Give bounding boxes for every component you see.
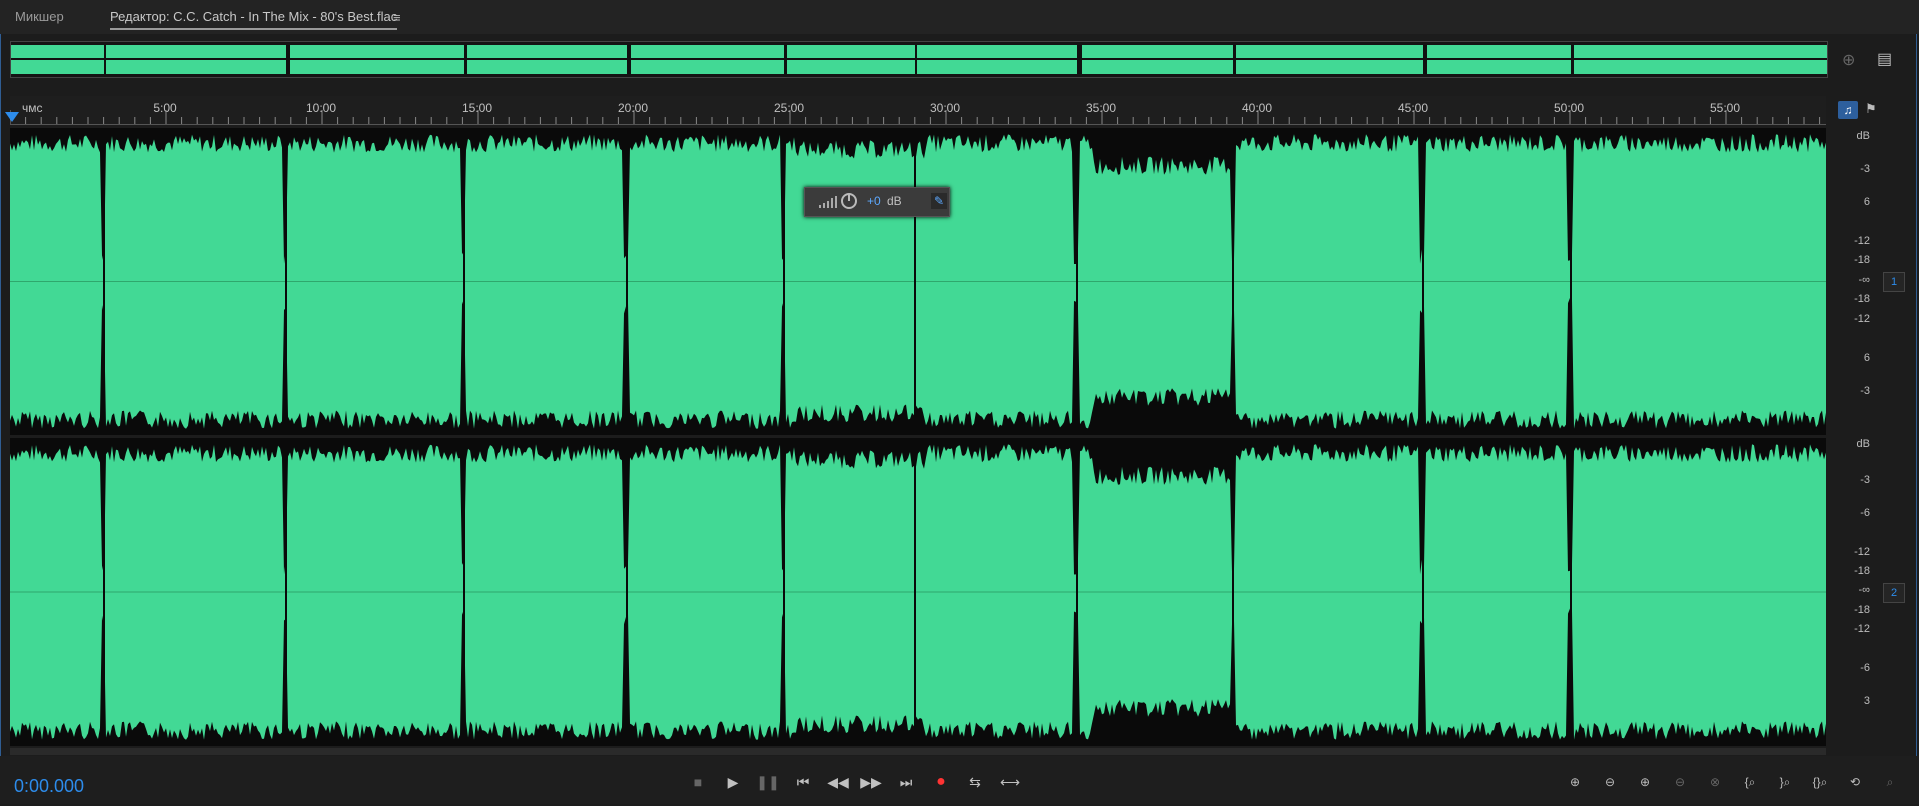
waveform-overview[interactable] [10,41,1828,78]
headphones-icon[interactable]: ♫ [1838,101,1858,119]
time-ruler[interactable]: чмс 5:00 10:00 15:00 20:00 25:00 30:00 3… [10,96,1826,125]
marker-icon[interactable]: ⚑ [1865,101,1877,117]
ruler-ticks [10,110,1821,124]
db-label: 6 [1863,352,1870,364]
overview-waveform [11,45,1827,74]
pin-icon[interactable]: ✎ [931,193,947,209]
skip-selection-button[interactable]: ⟷ [997,772,1023,792]
db-label: dB [1856,438,1870,450]
track-gap [103,128,105,435]
horizontal-scrollbar[interactable] [10,748,1826,755]
track-gap [1232,438,1234,746]
zoom-in-left-icon[interactable]: {⌕ [1735,772,1765,792]
db-label: -∞ [1858,584,1870,596]
playhead-marker[interactable] [5,112,19,122]
panel-tabs: Микшер Редактор: C.C. Catch - In The Mix… [0,0,1919,34]
zoom-out-amplitude-icon[interactable]: ⊖ [1595,772,1625,792]
track-gap [783,438,785,746]
loop-button[interactable]: ⇆ [962,772,988,792]
track-gap [285,438,287,746]
db-label: -18 [1854,565,1870,577]
level-bars-icon [819,196,837,208]
tab-editor[interactable]: Редактор: C.C. Catch - In The Mix - 80's… [110,9,398,30]
db-label: 3 [1863,695,1870,707]
channel-1-waveform[interactable] [10,128,1826,435]
track-gap [285,128,287,435]
track-gap [1076,128,1078,435]
track-gap [626,128,628,435]
track-gap [103,438,105,746]
db-label: -6 [1860,662,1870,674]
stop-button[interactable]: ■ [685,772,711,792]
track-gap [914,128,916,435]
channel-2-db-scale: dB -3 -6 -12 -18 -∞ -18 -12 -6 3 [1828,438,1878,746]
record-button[interactable]: ● [928,772,954,792]
channel-2-wave-shape [10,438,1826,746]
track-gap [1422,128,1424,435]
play-button[interactable]: ▶ [720,772,746,792]
channel-1-wave-shape [10,128,1826,435]
track-gap [1570,128,1572,435]
to-end-button[interactable]: ⏭ [893,772,919,792]
scroll-thumb[interactable] [940,749,980,754]
rewind-button[interactable]: ◀◀ [825,772,851,792]
db-label: -6 [1860,507,1870,519]
amplitude-value[interactable]: +0 [867,194,881,208]
db-label: -18 [1854,293,1870,305]
track-gap [463,128,465,435]
db-label: -12 [1854,623,1870,635]
zoom-in-right-icon[interactable]: }⌕ [1770,772,1800,792]
db-label: -12 [1854,235,1870,247]
zoom-full-icon[interactable]: ⟲ [1840,772,1870,792]
track-gap [1422,438,1424,746]
track-gap [463,438,465,746]
amplitude-hud[interactable]: +0 dB ✎ [804,187,950,217]
amplitude-unit: dB [887,194,902,208]
zoom-in-amplitude-icon[interactable]: ⊕ [1560,772,1590,792]
db-label: -12 [1854,546,1870,558]
db-label: -18 [1854,604,1870,616]
tab-mixer[interactable]: Микшер [15,9,64,24]
db-label: -12 [1854,313,1870,325]
track-gap [914,438,916,746]
current-time[interactable]: 0:00.000 [14,776,84,797]
channel-1-badge[interactable]: 1 [1883,272,1905,292]
tab-menu-icon[interactable]: ≡ [393,10,401,25]
db-label: -3 [1860,474,1870,486]
track-gap [783,128,785,435]
channel-2-waveform[interactable] [10,438,1826,746]
db-label: -18 [1854,254,1870,266]
to-start-button[interactable]: ⏮ [790,772,816,792]
zoom-navigator-icon[interactable]: ⊕ [1842,50,1855,70]
pause-button[interactable]: ❚❚ [755,772,781,792]
zoom-out-full-icon[interactable]: ⊗ [1700,772,1730,792]
zoom-selection-icon[interactable]: {}⌕ [1805,772,1835,792]
amplitude-knob-icon[interactable] [841,193,857,209]
db-label: -3 [1860,163,1870,175]
db-label: -∞ [1858,274,1870,286]
fast-forward-button[interactable]: ▶▶ [858,772,884,792]
db-label: dB [1856,130,1870,142]
channel-2-badge[interactable]: 2 [1883,583,1905,603]
zoom-out-time-icon[interactable]: ⊖ [1665,772,1695,792]
db-label: 6 [1863,196,1870,208]
track-gap [1232,128,1234,435]
track-gap [1570,438,1572,746]
channel-1-db-scale: dB -3 6 -12 -18 -∞ -18 -12 6 -3 [1828,128,1878,435]
zoom-reset-icon[interactable]: ⌕ [1875,772,1905,792]
zoom-in-time-icon[interactable]: ⊕ [1630,772,1660,792]
track-gap [626,438,628,746]
db-label: -3 [1860,385,1870,397]
display-settings-icon[interactable]: ▤ [1877,49,1892,69]
track-gap [1076,438,1078,746]
